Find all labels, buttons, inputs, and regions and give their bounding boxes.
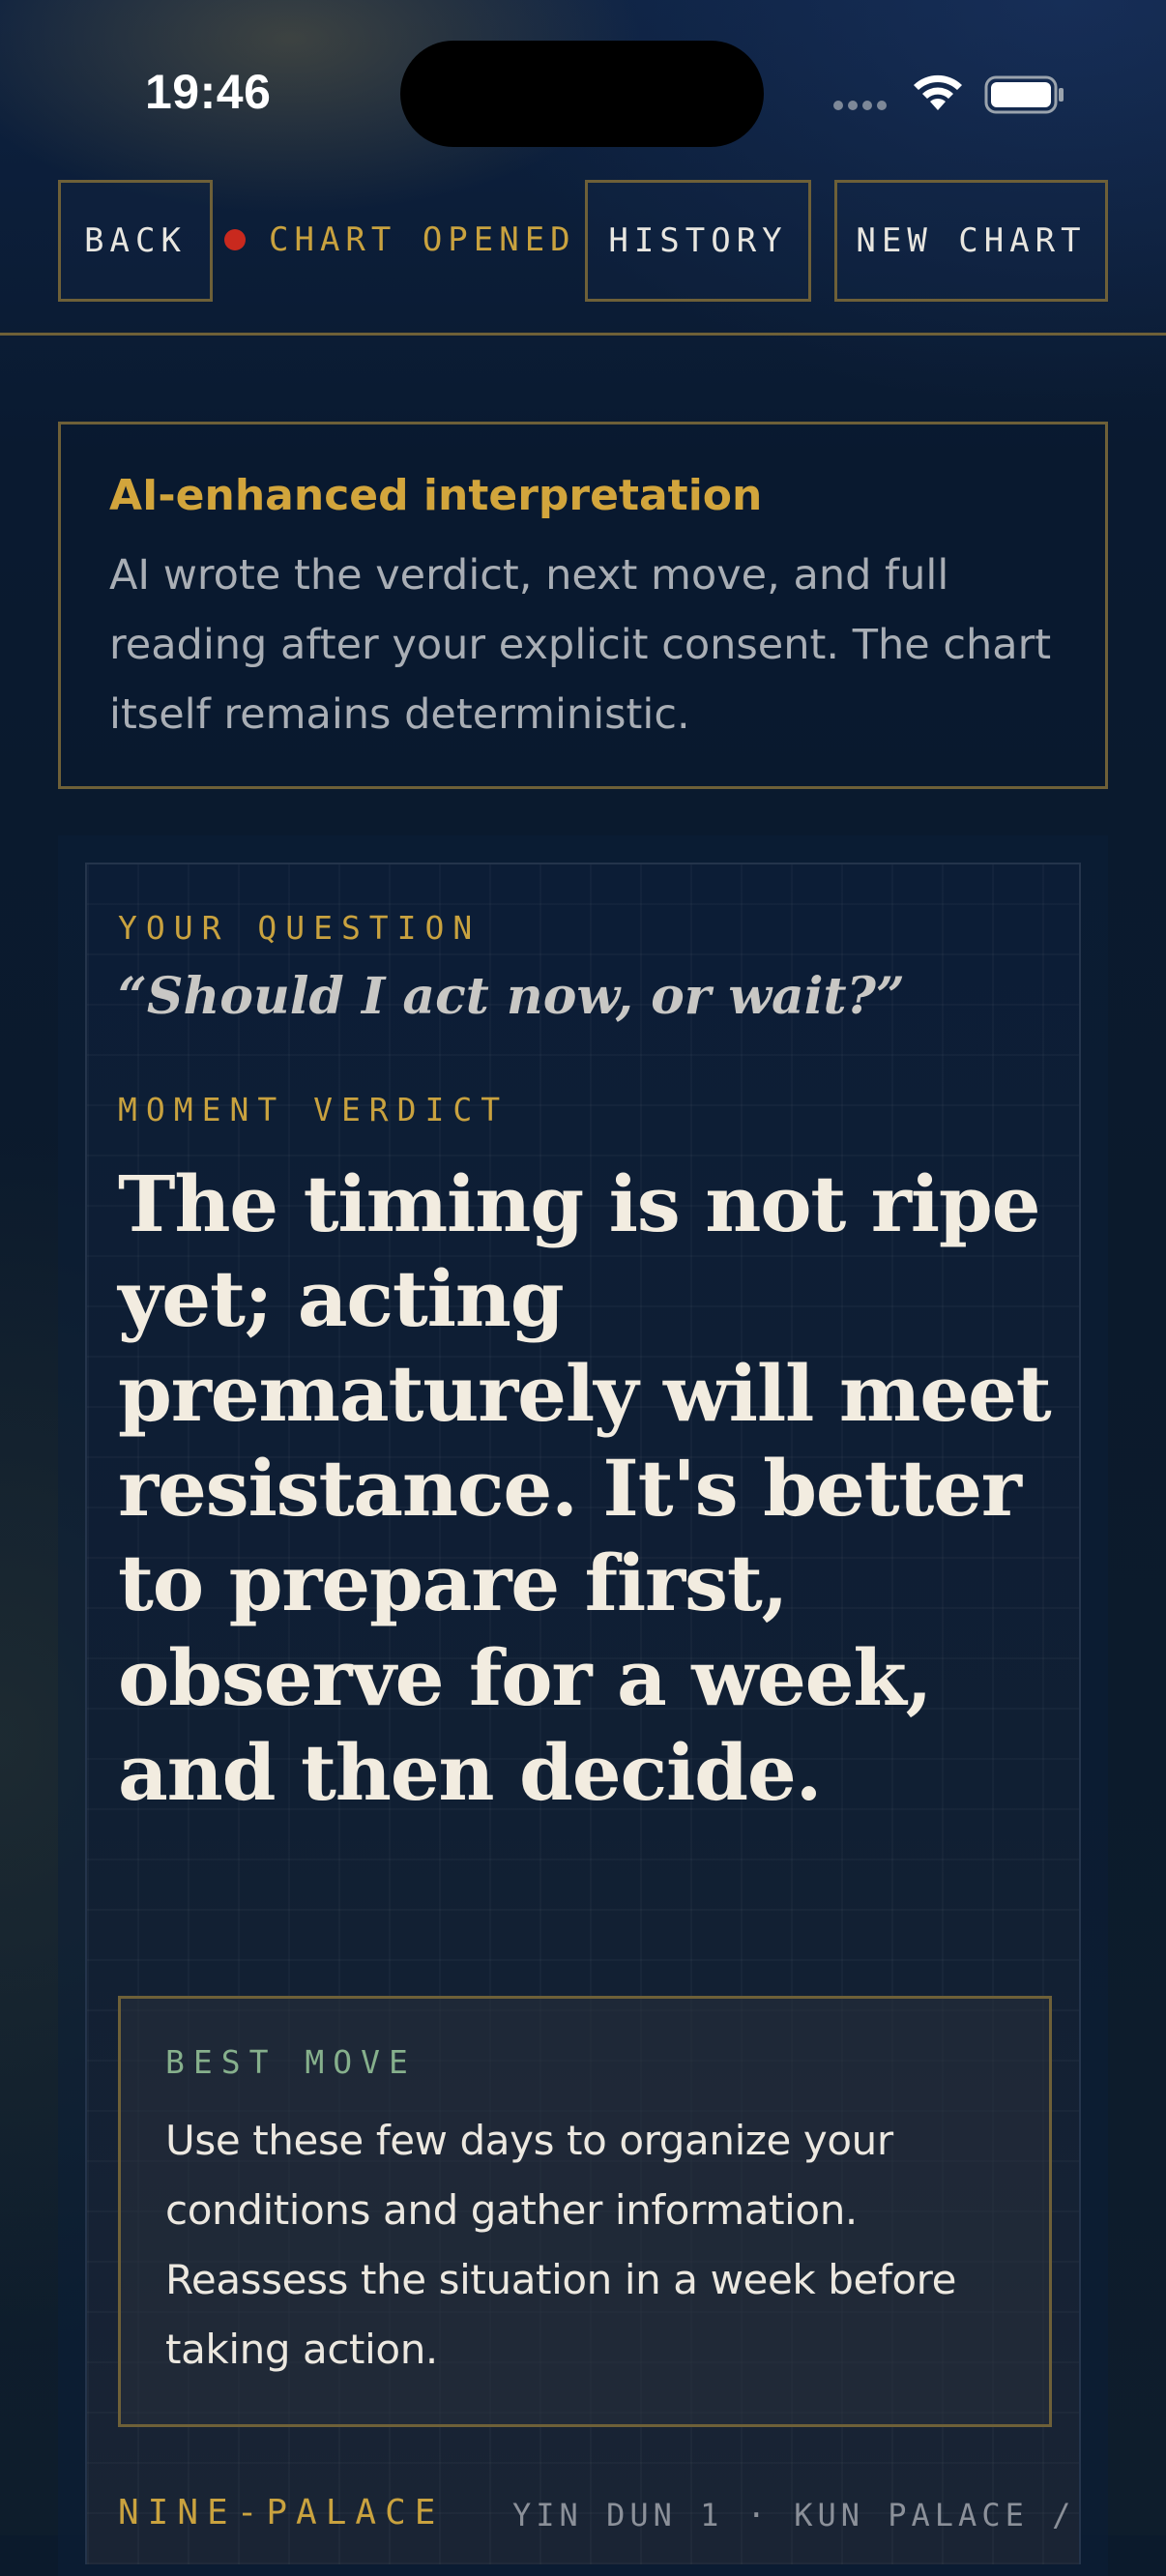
best-move-text: Use these few days to organize your cond… (165, 2117, 957, 2373)
best-move-card: BEST MOVE Use these few days to organize… (118, 1996, 1052, 2427)
clock: 19:46 (145, 65, 272, 119)
verdict-label: MOMENT VERDICT (118, 1091, 510, 1128)
best-move-label: BEST MOVE (165, 2043, 417, 2081)
chart-status: CHART OPENED (224, 220, 576, 259)
battery-icon (984, 75, 1064, 114)
dynamic-island (400, 41, 764, 147)
back-button[interactable]: BACK (58, 180, 213, 302)
ai-notice-card: AI-enhanced interpretation AI wrote the … (58, 422, 1108, 789)
new-chart-button[interactable]: NEW CHART (834, 180, 1108, 302)
verdict-text: The timing is not ripe yet; acting prema… (118, 1158, 1052, 1818)
nine-palace-label: NINE-PALACE (118, 2493, 445, 2532)
ai-notice-title: AI-enhanced interpretation (109, 471, 763, 520)
nine-palace-meta: YIN DUN 1 · KUN PALACE / (512, 2497, 1076, 2533)
wifi-icon (914, 74, 962, 110)
reading-card: YOUR QUESTION “Should I act now, or wait… (85, 863, 1081, 2564)
question-label: YOUR QUESTION (118, 909, 481, 947)
ai-notice-body: AI wrote the verdict, next move, and ful… (109, 551, 1052, 739)
status-bar: 19:46 (0, 0, 1166, 174)
cellular-signal-icon (833, 101, 887, 110)
top-navigation: BACK CHART OPENED HISTORY NEW CHART (0, 180, 1166, 336)
chart-status-label: CHART OPENED (269, 220, 576, 259)
history-button[interactable]: HISTORY (585, 180, 811, 302)
question-text: “Should I act now, or wait?” (118, 967, 905, 1026)
status-dot-icon (224, 229, 246, 250)
